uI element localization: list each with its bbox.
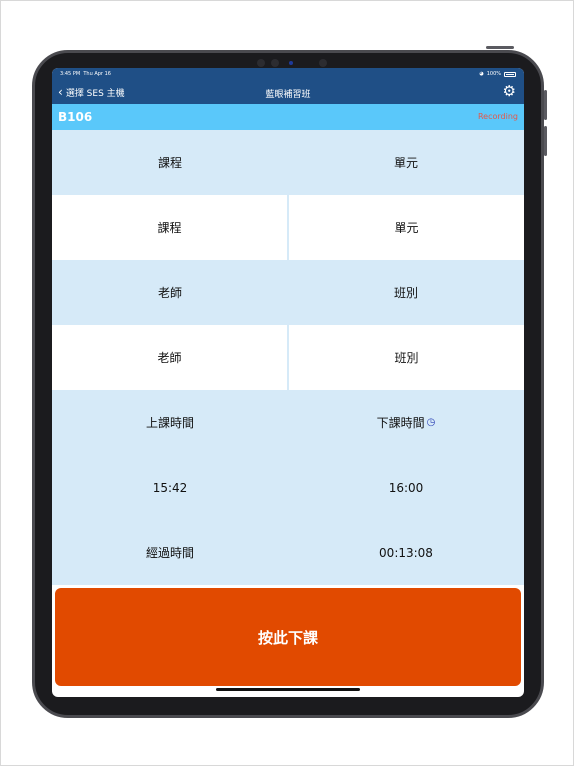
elapsed-value: 00:13:08 xyxy=(379,545,433,560)
table-row-course-header: 課程 單元 xyxy=(52,130,524,195)
room-name: B106 xyxy=(58,110,93,124)
table-row-course-value: 課程 單元 xyxy=(52,195,524,260)
volume-down-button xyxy=(544,126,547,156)
course-header: 課程 xyxy=(157,156,182,170)
battery-icon xyxy=(504,71,516,77)
table-row-teacher-header: 老師 班別 xyxy=(52,260,524,325)
table-row-time-value: 15:42 16:00 xyxy=(52,455,524,520)
app-screen: 3:45 PM Thu Apr 16 ◕ 100% ‹ 選擇 SES 主機 藍眼… xyxy=(52,68,524,697)
unit-header: 單元 xyxy=(393,156,418,170)
end-time-label: 下課時間 xyxy=(376,416,425,430)
end-time-header: 下課時間 ◷ xyxy=(288,390,524,455)
table-row-elapsed: 經過時間 00:13:08 xyxy=(52,520,524,585)
sensor-dot xyxy=(257,59,265,67)
table-row-time-header: 上課時間 下課時間 ◷ xyxy=(52,390,524,455)
table-row-teacher-value: 老師 班別 xyxy=(52,325,524,390)
recording-status: Recording xyxy=(477,112,518,121)
home-indicator xyxy=(216,688,360,691)
room-bar: B106 Recording xyxy=(52,104,524,130)
class-header: 班別 xyxy=(393,286,418,300)
camera-lens xyxy=(289,61,293,65)
clock-edit-icon[interactable]: ◷ xyxy=(427,417,436,428)
elapsed-label: 經過時間 xyxy=(145,546,194,560)
volume-up-button xyxy=(544,90,547,120)
navigation-bar: ‹ 選擇 SES 主機 藍眼補習班 ⚙ xyxy=(52,80,524,104)
teacher-value[interactable]: 老師 xyxy=(52,325,287,390)
status-date: Thu Apr 16 xyxy=(83,71,111,77)
teacher-header: 老師 xyxy=(157,286,182,300)
status-bar: 3:45 PM Thu Apr 16 ◕ 100% xyxy=(52,68,524,80)
sensor-dot xyxy=(271,59,279,67)
status-right: ◕ 100% xyxy=(479,71,516,77)
unit-value[interactable]: 單元 xyxy=(289,195,524,260)
class-value[interactable]: 班別 xyxy=(289,325,524,390)
course-value[interactable]: 課程 xyxy=(52,195,287,260)
start-time-label: 上課時間 xyxy=(145,416,194,430)
end-class-button[interactable]: 按此下課 xyxy=(55,588,521,686)
status-time: 3:45 PM xyxy=(60,71,81,77)
battery-percent: 100% xyxy=(486,71,501,77)
page-title: 藍眼補習班 xyxy=(265,90,311,100)
sensor-dot xyxy=(319,59,327,67)
top-button xyxy=(486,46,514,49)
status-left: 3:45 PM Thu Apr 16 xyxy=(60,71,111,77)
end-time-value: 16:00 xyxy=(388,480,424,495)
start-time-value: 15:42 xyxy=(152,480,188,495)
gear-icon[interactable]: ⚙ xyxy=(503,84,516,99)
wifi-icon: ◕ xyxy=(479,71,484,77)
